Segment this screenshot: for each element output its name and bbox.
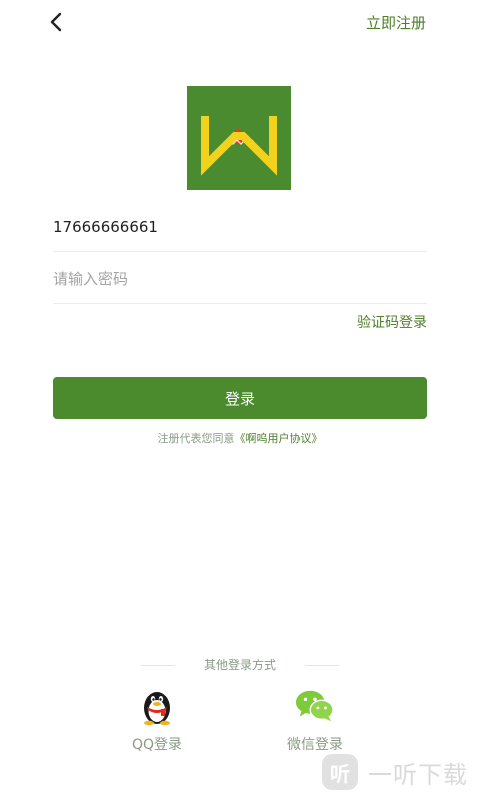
other-login-title: 其他登录方式 xyxy=(203,658,276,672)
phone-field[interactable] xyxy=(53,202,427,252)
logo-w-icon xyxy=(187,86,291,190)
qq-login-label: QQ登录 xyxy=(131,737,183,753)
sms-login-link[interactable]: 验证码登录 xyxy=(357,312,427,332)
top-bar: 立即注册 xyxy=(0,0,480,46)
other-login-divider: 其他登录方式 xyxy=(0,656,480,676)
user-agreement-link[interactable]: 《啊呜用户协议》 xyxy=(235,432,323,445)
app-logo xyxy=(187,86,291,190)
watermark: 听 一听下载 xyxy=(322,752,468,792)
watermark-badge: 听 xyxy=(322,754,358,790)
divider-line-right xyxy=(305,665,339,666)
register-link[interactable]: 立即注册 xyxy=(366,12,426,33)
phone-input[interactable] xyxy=(53,202,427,251)
qq-penguin-icon xyxy=(137,686,177,726)
chevron-left-icon xyxy=(50,12,62,32)
wechat-login-button[interactable]: 微信登录 xyxy=(255,686,375,756)
back-button[interactable] xyxy=(44,10,68,34)
login-button[interactable]: 登录 xyxy=(53,377,427,419)
agreement-prefix: 注册代表您同意 xyxy=(157,432,235,445)
password-field[interactable] xyxy=(53,254,427,304)
wechat-login-label: 微信登录 xyxy=(287,737,343,753)
qq-login-button[interactable]: QQ登录 xyxy=(97,686,217,756)
password-input[interactable] xyxy=(53,254,427,303)
wechat-icon xyxy=(295,686,335,726)
agreement-text: 注册代表您同意《啊呜用户协议》 xyxy=(0,430,480,446)
watermark-text: 一听下载 xyxy=(368,760,468,789)
